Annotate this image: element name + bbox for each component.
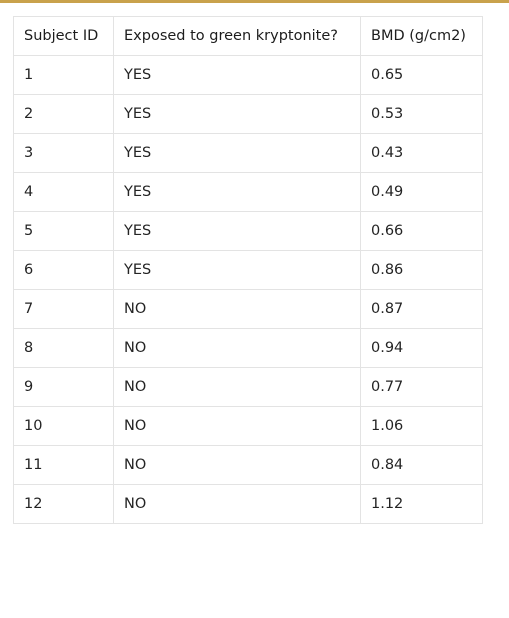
cell-exposed: NO	[113, 484, 361, 524]
table-row: 5 YES 0.66	[13, 211, 483, 251]
cell-bmd: 0.84	[360, 445, 483, 485]
cell-exposed: NO	[113, 328, 361, 368]
table-row: 6 YES 0.86	[13, 250, 483, 290]
cell-exposed: YES	[113, 133, 361, 173]
cell-exposed: NO	[113, 445, 361, 485]
cell-bmd: 0.86	[360, 250, 483, 290]
table-row: 12 NO 1.12	[13, 484, 483, 524]
cell-bmd: 0.94	[360, 328, 483, 368]
table-row: 4 YES 0.49	[13, 172, 483, 212]
table-row: 7 NO 0.87	[13, 289, 483, 329]
cell-bmd: 1.12	[360, 484, 483, 524]
table-row: 2 YES 0.53	[13, 94, 483, 134]
table-header-row: Subject ID Exposed to green kryptonite? …	[13, 16, 483, 56]
cell-exposed: YES	[113, 55, 361, 95]
table-row: 8 NO 0.94	[13, 328, 483, 368]
cell-subject_id: 3	[13, 133, 114, 173]
top-accent-rule	[0, 0, 509, 3]
cell-subject_id: 7	[13, 289, 114, 329]
cell-subject_id: 5	[13, 211, 114, 251]
cell-bmd: 0.65	[360, 55, 483, 95]
cell-subject_id: 10	[13, 406, 114, 446]
page-body: Subject ID Exposed to green kryptonite? …	[13, 16, 483, 524]
cell-bmd: 0.66	[360, 211, 483, 251]
kryptonite-bmd-table: Subject ID Exposed to green kryptonite? …	[13, 16, 483, 524]
cell-subject_id: 2	[13, 94, 114, 134]
cell-bmd: 0.43	[360, 133, 483, 173]
cell-exposed: NO	[113, 367, 361, 407]
table-row: 3 YES 0.43	[13, 133, 483, 173]
cell-exposed: YES	[113, 250, 361, 290]
table-row: 11 NO 0.84	[13, 445, 483, 485]
column-header-exposed: Exposed to green kryptonite?	[113, 16, 361, 56]
column-header-bmd: BMD (g/cm2)	[360, 16, 483, 56]
table-row: 1 YES 0.65	[13, 55, 483, 95]
column-header-subject-id: Subject ID	[13, 16, 114, 56]
cell-subject_id: 8	[13, 328, 114, 368]
table-row: 9 NO 0.77	[13, 367, 483, 407]
cell-exposed: YES	[113, 172, 361, 212]
cell-bmd: 0.77	[360, 367, 483, 407]
cell-bmd: 0.87	[360, 289, 483, 329]
cell-bmd: 0.49	[360, 172, 483, 212]
cell-exposed: NO	[113, 289, 361, 329]
cell-exposed: NO	[113, 406, 361, 446]
cell-bmd: 0.53	[360, 94, 483, 134]
cell-subject_id: 9	[13, 367, 114, 407]
cell-bmd: 1.06	[360, 406, 483, 446]
table-row: 10 NO 1.06	[13, 406, 483, 446]
cell-subject_id: 12	[13, 484, 114, 524]
cell-subject_id: 11	[13, 445, 114, 485]
cell-subject_id: 4	[13, 172, 114, 212]
cell-exposed: YES	[113, 94, 361, 134]
cell-subject_id: 6	[13, 250, 114, 290]
table-body: 1 YES 0.65 2 YES 0.53 3 YES 0.43 4 YES 0.49 5 YES 0.66…	[13, 55, 483, 524]
table-header: Subject ID Exposed to green kryptonite? …	[13, 16, 483, 56]
cell-subject_id: 1	[13, 55, 114, 95]
cell-exposed: YES	[113, 211, 361, 251]
